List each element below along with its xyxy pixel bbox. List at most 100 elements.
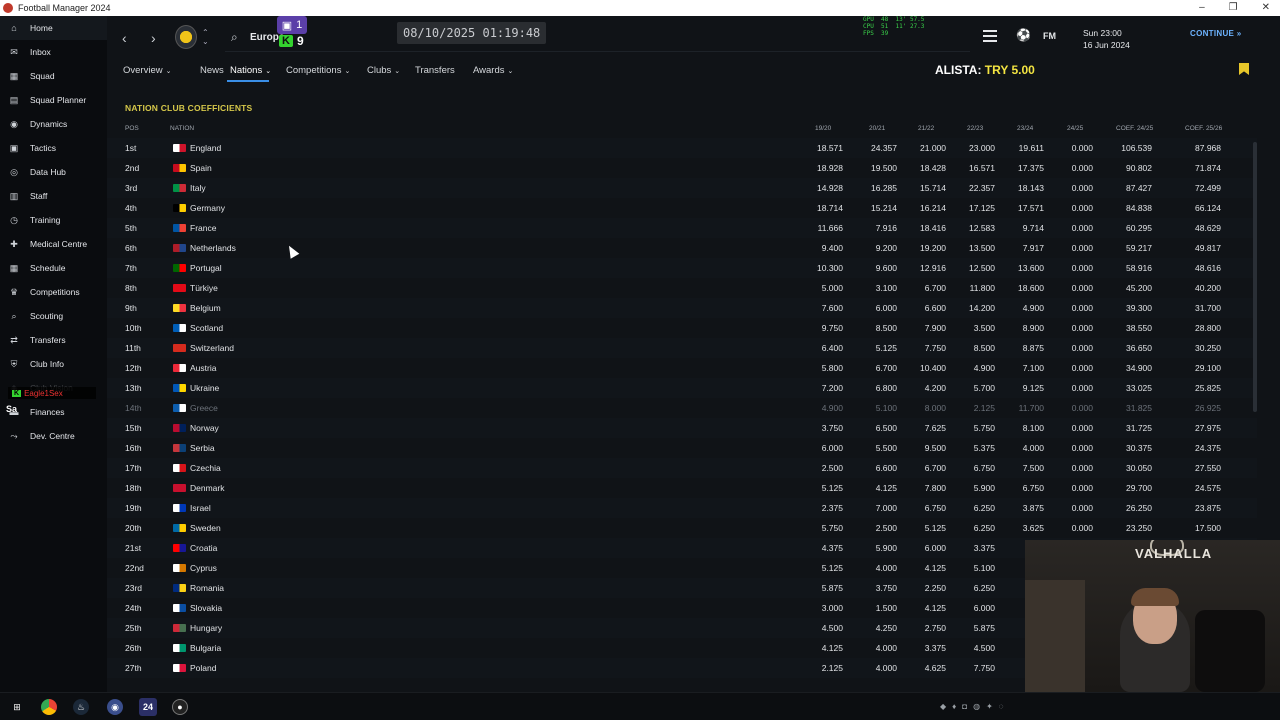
maximize-icon[interactable]: ❐ — [1229, 0, 1238, 16]
table-row[interactable]: 18th Denmark 5.125 4.125 7.800 5.900 6.750 0.00… — [107, 478, 1257, 498]
row-nation-link[interactable]: Slovakia — [190, 603, 222, 613]
row-nation-link[interactable]: Cyprus — [190, 563, 217, 573]
forward-arrow-icon[interactable]: › — [151, 30, 156, 46]
sidebar-item-inbox[interactable]: ✉ Inbox — [0, 40, 107, 64]
table-row[interactable]: 10th Scotland 9.750 8.500 7.900 3.500 8.900 0.0… — [107, 318, 1257, 338]
table-row[interactable]: 6th Netherlands 9.400 9.200 19.200 13.500 7.91… — [107, 238, 1257, 258]
sidebar-item-squad-planner[interactable]: ▤ Squad Planner — [0, 88, 107, 112]
row-nation-link[interactable]: Romania — [190, 583, 224, 593]
tab-news[interactable]: News — [200, 65, 224, 76]
chrome-icon[interactable] — [41, 699, 57, 715]
row-nation-link[interactable]: Portugal — [190, 263, 222, 273]
sidebar-item-home[interactable]: ⌂ Home — [0, 16, 107, 40]
tray-misc-icon[interactable]: ◌ — [999, 702, 1004, 711]
row-nation-link[interactable]: Scotland — [190, 323, 223, 333]
table-row[interactable]: 20th Sweden 5.750 2.500 5.125 6.250 3.625 0.000… — [107, 518, 1257, 538]
table-row[interactable]: 19th Israel 2.375 7.000 6.750 6.250 3.875 0.000… — [107, 498, 1257, 518]
table-row[interactable]: 2nd Spain 18.928 19.500 18.428 16.571 17.375 0.… — [107, 158, 1257, 178]
bookmark-icon[interactable] — [1239, 63, 1249, 75]
table-row[interactable]: 12th Austria 5.800 6.700 10.400 4.900 7.100 0.0… — [107, 358, 1257, 378]
sidebar-item-club-info[interactable]: ⛨ Club Info — [0, 352, 107, 376]
tab-nations[interactable]: Nations ⌄ — [230, 65, 271, 76]
tray-steam-icon[interactable]: ◍ — [973, 702, 980, 711]
column-header-2223[interactable]: 22/23 — [967, 125, 983, 132]
sidebar-item-squad[interactable]: ▦ Squad — [0, 64, 107, 88]
chevron-updown-icon[interactable]: ⌃ ⌄ — [202, 28, 209, 46]
tray-discord-icon[interactable]: ◘ — [962, 702, 967, 711]
sidebar-item-dev-centre[interactable]: ⤳ Dev. Centre — [0, 424, 107, 448]
row-nation-link[interactable]: Italy — [190, 183, 206, 193]
row-nation-link[interactable]: Sweden — [190, 523, 221, 533]
table-row[interactable]: 4th Germany 18.714 15.214 16.214 17.125 17.571… — [107, 198, 1257, 218]
sidebar-item-transfers[interactable]: ⇄ Transfers — [0, 328, 107, 352]
table-row[interactable]: 8th Türkiye 5.000 3.100 6.700 11.800 18.600 0.0… — [107, 278, 1257, 298]
row-nation-link[interactable]: Austria — [190, 363, 216, 373]
row-nation-link[interactable]: France — [190, 223, 216, 233]
column-header-pos[interactable]: POS — [125, 125, 139, 132]
row-nation-link[interactable]: Türkiye — [190, 283, 218, 293]
table-row[interactable]: 3rd Italy 14.928 16.285 15.714 22.357 18.143 0.… — [107, 178, 1257, 198]
tab-overview[interactable]: Overview ⌄ — [123, 65, 171, 76]
tab-transfers[interactable]: Transfers — [415, 65, 455, 76]
windows-start-icon[interactable]: ⊞ — [9, 699, 25, 715]
table-row[interactable]: 1st England 18.571 24.357 21.000 23.000 19.611… — [107, 138, 1257, 158]
club-crest-icon[interactable] — [175, 25, 197, 49]
row-nation-link[interactable]: Norway — [190, 423, 219, 433]
close-icon[interactable]: ✕ — [1262, 0, 1270, 16]
sidebar-item-data-hub[interactable]: ◎ Data Hub — [0, 160, 107, 184]
browser-icon[interactable]: ◉ — [107, 699, 123, 715]
column-header-nation[interactable]: NATION — [170, 125, 194, 132]
fm24-icon[interactable]: 24 — [139, 698, 157, 716]
row-nation-link[interactable]: Germany — [190, 203, 225, 213]
tray-mic-icon[interactable]: ♦ — [952, 702, 956, 711]
column-header-2122[interactable]: 21/22 — [918, 125, 934, 132]
row-nation-link[interactable]: England — [190, 143, 221, 153]
table-row[interactable]: 5th France 11.666 7.916 18.416 12.583 9.714 0.0… — [107, 218, 1257, 238]
sidebar-item-dynamics[interactable]: ◉ Dynamics — [0, 112, 107, 136]
football-icon[interactable]: ⚽ — [1016, 28, 1031, 42]
table-row[interactable]: 11th Switzerland 6.400 5.125 7.750 8.500 8.875… — [107, 338, 1257, 358]
table-row[interactable]: 9th Belgium 7.600 6.000 6.600 14.200 4.900 0.00… — [107, 298, 1257, 318]
minimize-icon[interactable]: – — [1199, 0, 1205, 16]
sidebar-item-scouting[interactable]: ⌕ Scouting — [0, 304, 107, 328]
table-row[interactable]: 17th Czechia 2.500 6.600 6.700 6.750 7.500 0.00… — [107, 458, 1257, 478]
row-nation-link[interactable]: Switzerland — [190, 343, 234, 353]
row-nation-link[interactable]: Ukraine — [190, 383, 219, 393]
fm-logo[interactable]: FM — [1043, 31, 1056, 41]
obs-icon[interactable]: ● — [172, 699, 188, 715]
sidebar-item-schedule[interactable]: ▦ Schedule — [0, 256, 107, 280]
search-field[interactable]: ⌕ Europe — [225, 24, 970, 52]
sidebar-item-training[interactable]: ◷ Training — [0, 208, 107, 232]
column-header-2324[interactable]: 23/24 — [1017, 125, 1033, 132]
row-nation-link[interactable]: Israel — [190, 503, 211, 513]
row-nation-link[interactable]: Croatia — [190, 543, 217, 553]
column-header-coef-2526[interactable]: COEF. 25/26 — [1185, 125, 1222, 132]
row-nation-link[interactable]: Netherlands — [190, 243, 236, 253]
table-row[interactable]: 16th Serbia 6.000 5.500 9.500 5.375 4.000 0.000… — [107, 438, 1257, 458]
row-nation-link[interactable]: Belgium — [190, 303, 221, 313]
continue-button[interactable]: CONTINUE » — [1190, 29, 1241, 38]
table-row[interactable]: 7th Portugal 10.300 9.600 12.916 12.500 13.600… — [107, 258, 1257, 278]
sidebar-item-tactics[interactable]: ▣ Tactics — [0, 136, 107, 160]
tab-clubs[interactable]: Clubs ⌄ — [367, 65, 400, 76]
column-header-coef-2425[interactable]: COEF. 24/25 — [1116, 125, 1153, 132]
column-header-1920[interactable]: 19/20 — [815, 125, 831, 132]
row-nation-link[interactable]: Poland — [190, 663, 216, 673]
hamburger-menu-icon[interactable] — [983, 30, 997, 42]
tray-app-icon[interactable]: ✦ — [986, 702, 993, 711]
tray-network-icon[interactable]: ◆ — [940, 702, 946, 711]
table-row[interactable]: 13th Ukraine 7.200 6.800 4.200 5.700 9.125 0.00… — [107, 378, 1257, 398]
column-header-2021[interactable]: 20/21 — [869, 125, 885, 132]
tab-awards[interactable]: Awards ⌄ — [473, 65, 513, 76]
row-nation-link[interactable]: Spain — [190, 163, 212, 173]
sidebar-item-competitions[interactable]: ♛ Competitions — [0, 280, 107, 304]
row-nation-link[interactable]: Czechia — [190, 463, 221, 473]
row-nation-link[interactable]: Hungary — [190, 623, 222, 633]
sidebar-item-medical-centre[interactable]: ✚ Medical Centre — [0, 232, 107, 256]
column-header-2425[interactable]: 24/25 — [1067, 125, 1083, 132]
back-arrow-icon[interactable]: ‹ — [122, 30, 127, 46]
row-nation-link[interactable]: Bulgaria — [190, 643, 221, 653]
sidebar-item-staff[interactable]: ▥ Staff — [0, 184, 107, 208]
row-nation-link[interactable]: Greece — [190, 403, 218, 413]
row-nation-link[interactable]: Denmark — [190, 483, 224, 493]
